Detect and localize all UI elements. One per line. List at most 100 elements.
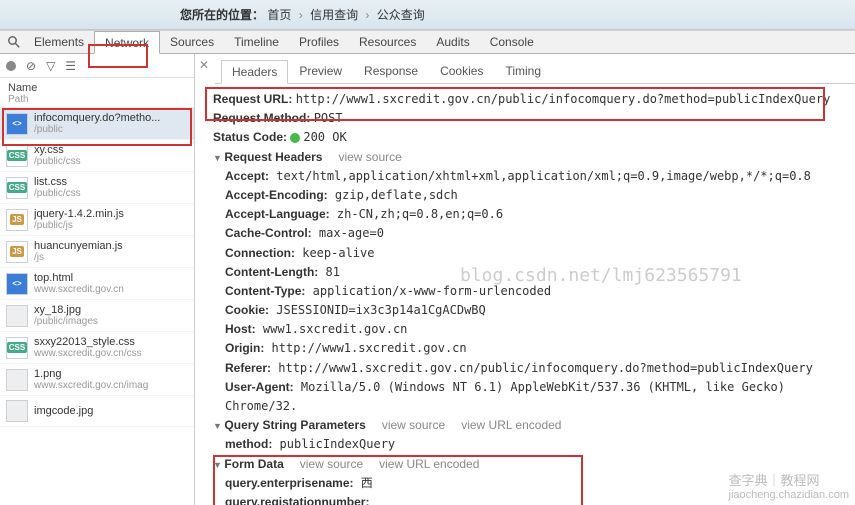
request-row[interactable]: <>top.htmlwww.sxcredit.gov.cn xyxy=(0,268,194,300)
header-row: Connection: keep-alive xyxy=(225,244,845,263)
request-url-label: Request URL: xyxy=(213,92,292,106)
tab-network[interactable]: Network xyxy=(94,31,160,54)
subtab-response[interactable]: Response xyxy=(353,59,429,83)
view-url-encoded-link[interactable]: view URL encoded xyxy=(379,457,479,471)
img-file-icon xyxy=(6,369,28,391)
view-url-encoded-link[interactable]: view URL encoded xyxy=(461,418,561,432)
search-icon[interactable] xyxy=(4,31,24,53)
request-row[interactable]: <>infocomquery.do?metho.../public xyxy=(0,108,194,140)
tab-sources[interactable]: Sources xyxy=(160,31,224,53)
request-name: huancunyemian.js xyxy=(34,240,123,252)
request-path: /public/css xyxy=(34,156,81,167)
section-request-headers[interactable]: Request Headers xyxy=(213,150,322,164)
request-path: /public/images xyxy=(34,316,98,327)
tab-resources[interactable]: Resources xyxy=(349,31,426,53)
header-value: max-age=0 xyxy=(312,226,384,240)
breadcrumb-item[interactable]: 信用查询 xyxy=(310,8,358,22)
breadcrumb: 您所在的位置： 首页 › 信用查询 › 公众查询 xyxy=(180,6,425,23)
network-toolbar: ⊘ ▽ ☰ xyxy=(0,54,194,78)
header-row: Host: www1.sxcredit.gov.cn xyxy=(225,320,845,339)
detail-tabs: HeadersPreviewResponseCookiesTiming xyxy=(215,58,855,84)
section-query-string[interactable]: Query String Parameters xyxy=(213,418,366,432)
header-key: Accept-Language: xyxy=(225,207,330,221)
header-row: Accept-Language: zh-CN,zh;q=0.8,en;q=0.6 xyxy=(225,205,845,224)
header-row: Cookie: JSESSIONID=ix3c3p14a1CgACDwBQ xyxy=(225,301,845,320)
record-icon[interactable] xyxy=(6,61,16,71)
subtab-preview[interactable]: Preview xyxy=(288,59,353,83)
status-code-label: Status Code: xyxy=(213,130,287,144)
header-row: User-Agent: Mozilla/5.0 (Windows NT 6.1)… xyxy=(225,378,845,416)
request-row[interactable]: 1.pngwww.sxcredit.gov.cn/imag xyxy=(0,364,194,396)
headers-panel: Request URL: http://www1.sxcredit.gov.cn… xyxy=(195,84,855,505)
header-key: User-Agent: xyxy=(225,380,294,394)
subtab-headers[interactable]: Headers xyxy=(221,60,288,84)
view-source-link[interactable]: view source xyxy=(382,418,445,432)
header-value: 81 xyxy=(318,265,340,279)
request-row[interactable]: CSSxy.css/public/css xyxy=(0,140,194,172)
request-name: jquery-1.4.2.min.js xyxy=(34,208,124,220)
css-file-icon: CSS xyxy=(6,145,28,167)
html-file-icon: <> xyxy=(6,113,28,135)
tab-console[interactable]: Console xyxy=(480,31,544,53)
request-name: infocomquery.do?metho... xyxy=(34,112,160,124)
view-icon[interactable]: ☰ xyxy=(65,59,76,73)
header-key: Accept: xyxy=(225,169,269,183)
request-row[interactable]: CSSlist.css/public/css xyxy=(0,172,194,204)
clear-icon[interactable]: ⊘ xyxy=(26,59,36,73)
header-key: Host: xyxy=(225,322,256,336)
img-file-icon xyxy=(6,305,28,327)
header-key: Cache-Control: xyxy=(225,226,312,240)
header-row: Accept-Encoding: gzip,deflate,sdch xyxy=(225,186,845,205)
request-list: <>infocomquery.do?metho.../publicCSSxy.c… xyxy=(0,108,194,505)
request-row[interactable]: JSjquery-1.4.2.min.js/public/js xyxy=(0,204,194,236)
header-key: Connection: xyxy=(225,246,295,260)
subtab-cookies[interactable]: Cookies xyxy=(429,59,494,83)
status-code-value: 200 OK xyxy=(303,130,346,144)
view-source-link[interactable]: view source xyxy=(300,457,363,471)
header-row: Content-Length: 81 xyxy=(225,263,845,282)
network-requests-pane: ⊘ ▽ ☰ Name Path <> infocomquery.do?metho.… xyxy=(0,54,195,505)
request-row[interactable]: imgcode.jpg xyxy=(0,396,194,427)
footer-watermark: 查字典｜教程网 jiaocheng.chazidian.com xyxy=(729,470,849,501)
status-ok-icon xyxy=(290,133,300,143)
header-value: text/html,application/xhtml+xml,applicat… xyxy=(269,169,811,183)
header-key: Content-Length: xyxy=(225,265,318,279)
header-value: application/x-www-form-urlencoded xyxy=(305,284,551,298)
request-name: imgcode.jpg xyxy=(34,405,93,417)
header-key: Content-Type: xyxy=(225,284,305,298)
request-path: /public/css xyxy=(34,188,81,199)
request-name: 1.png xyxy=(34,368,148,380)
request-name: top.html xyxy=(34,272,124,284)
tab-audits[interactable]: Audits xyxy=(426,31,479,53)
col-path: Path xyxy=(8,94,186,105)
breadcrumb-item[interactable]: 首页 xyxy=(267,8,291,22)
request-row[interactable]: CSSsxxy22013_style.csswww.sxcredit.gov.c… xyxy=(0,332,194,364)
css-file-icon: CSS xyxy=(6,337,28,359)
header-value: www1.sxcredit.gov.cn xyxy=(256,322,408,336)
header-row: Origin: http://www1.sxcredit.gov.cn xyxy=(225,339,845,358)
tab-profiles[interactable]: Profiles xyxy=(289,31,349,53)
request-method-value: POST xyxy=(314,111,343,125)
header-row: Content-Type: application/x-www-form-url… xyxy=(225,282,845,301)
header-key: Referer: xyxy=(225,361,271,375)
request-row[interactable]: xy_18.jpg/public/images xyxy=(0,300,194,332)
img-file-icon xyxy=(6,400,28,422)
header-value: publicIndexQuery xyxy=(272,437,395,451)
close-icon[interactable]: ✕ xyxy=(199,58,209,72)
header-value: JSESSIONID=ix3c3p14a1CgACDwBQ xyxy=(269,303,486,317)
filter-icon[interactable]: ▽ xyxy=(46,59,55,73)
view-source-link[interactable]: view source xyxy=(338,150,401,164)
tab-elements[interactable]: Elements xyxy=(24,31,94,53)
breadcrumb-item[interactable]: 公众查询 xyxy=(377,8,425,22)
request-path: www.sxcredit.gov.cn xyxy=(34,284,124,295)
section-form-data[interactable]: Form Data xyxy=(213,457,284,471)
request-row[interactable]: JShuancunyemian.js/js xyxy=(0,236,194,268)
request-name: sxxy22013_style.css xyxy=(34,336,142,348)
js-file-icon: JS xyxy=(6,241,28,263)
request-details-pane: ✕ HeadersPreviewResponseCookiesTiming Re… xyxy=(195,54,855,505)
tab-timeline[interactable]: Timeline xyxy=(224,31,289,53)
subtab-timing[interactable]: Timing xyxy=(494,59,552,83)
request-method-label: Request Method: xyxy=(213,111,310,125)
col-name[interactable]: Name xyxy=(8,82,186,94)
request-url-value: http://www1.sxcredit.gov.cn/public/infoc… xyxy=(296,92,831,106)
